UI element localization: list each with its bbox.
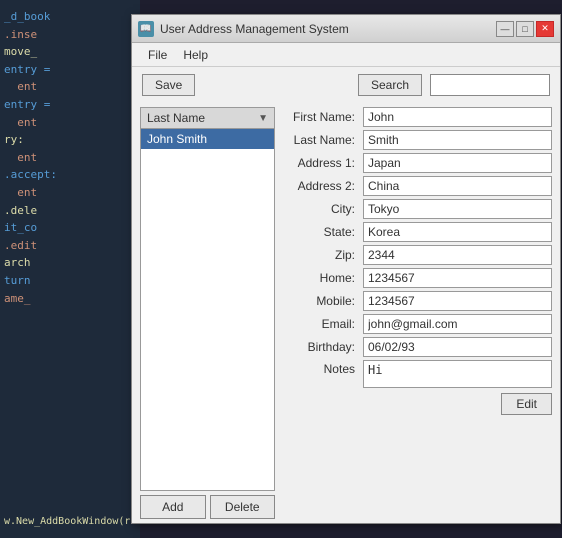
form-row-email: Email:: [283, 314, 552, 334]
label-zip: Zip:: [283, 248, 363, 262]
label-email: Email:: [283, 317, 363, 331]
input-birthday[interactable]: [363, 337, 552, 357]
form-row-notes: Notes Hi: [283, 360, 552, 388]
input-state[interactable]: [363, 222, 552, 242]
form-row-address2: Address 2:: [283, 176, 552, 196]
input-last-name[interactable]: [363, 130, 552, 150]
add-button[interactable]: Add: [140, 495, 206, 519]
title-bar: 📖 User Address Management System — □ ✕: [132, 15, 560, 43]
delete-button[interactable]: Delete: [210, 495, 276, 519]
sort-icon: ▼: [258, 113, 268, 124]
edit-button[interactable]: Edit: [501, 393, 552, 415]
left-panel: Last Name ▼ John Smith Add Delete: [140, 107, 275, 519]
form-row-state: State:: [283, 222, 552, 242]
app-icon: 📖: [138, 21, 154, 37]
search-button[interactable]: Search: [358, 74, 422, 96]
input-address1[interactable]: [363, 153, 552, 173]
input-address2[interactable]: [363, 176, 552, 196]
input-notes[interactable]: Hi: [363, 360, 552, 388]
input-home[interactable]: [363, 268, 552, 288]
form-row-address1: Address 1:: [283, 153, 552, 173]
menu-help[interactable]: Help: [175, 46, 216, 64]
form-footer: Edit: [283, 393, 552, 415]
form-row-zip: Zip:: [283, 245, 552, 265]
form-row-home: Home:: [283, 268, 552, 288]
label-mobile: Mobile:: [283, 294, 363, 308]
label-state: State:: [283, 225, 363, 239]
form-row-city: City:: [283, 199, 552, 219]
input-first-name[interactable]: [363, 107, 552, 127]
label-last-name: Last Name:: [283, 133, 363, 147]
title-controls: — □ ✕: [496, 21, 554, 37]
form-row-mobile: Mobile:: [283, 291, 552, 311]
label-city: City:: [283, 202, 363, 216]
code-background: _d_book .inse move_ entry = ent entry = …: [0, 0, 140, 538]
right-panel: First Name: Last Name: Address 1: Addres…: [283, 107, 552, 519]
input-zip[interactable]: [363, 245, 552, 265]
input-city[interactable]: [363, 199, 552, 219]
close-button[interactable]: ✕: [536, 21, 554, 37]
list-header: Last Name ▼: [140, 107, 275, 128]
form-row-first-name: First Name:: [283, 107, 552, 127]
maximize-button[interactable]: □: [516, 21, 534, 37]
form-row-birthday: Birthday:: [283, 337, 552, 357]
list-column-label: Last Name: [147, 111, 205, 125]
window-title: User Address Management System: [160, 22, 349, 36]
name-list[interactable]: John Smith: [140, 128, 275, 491]
list-item[interactable]: John Smith: [141, 129, 274, 149]
form-row-last-name: Last Name:: [283, 130, 552, 150]
toolbar: Save Search: [132, 67, 560, 103]
title-bar-left: 📖 User Address Management System: [138, 21, 349, 37]
label-address1: Address 1:: [283, 156, 363, 170]
minimize-button[interactable]: —: [496, 21, 514, 37]
list-buttons: Add Delete: [140, 495, 275, 519]
label-address2: Address 2:: [283, 179, 363, 193]
input-mobile[interactable]: [363, 291, 552, 311]
menu-bar: File Help: [132, 43, 560, 67]
main-window: 📖 User Address Management System — □ ✕ F…: [131, 14, 561, 524]
label-home: Home:: [283, 271, 363, 285]
main-content: Last Name ▼ John Smith Add Delete First …: [132, 103, 560, 523]
label-notes: Notes: [283, 360, 363, 376]
label-birthday: Birthday:: [283, 340, 363, 354]
label-first-name: First Name:: [283, 110, 363, 124]
input-email[interactable]: [363, 314, 552, 334]
save-button[interactable]: Save: [142, 74, 195, 96]
search-input[interactable]: [430, 74, 550, 96]
menu-file[interactable]: File: [140, 46, 175, 64]
